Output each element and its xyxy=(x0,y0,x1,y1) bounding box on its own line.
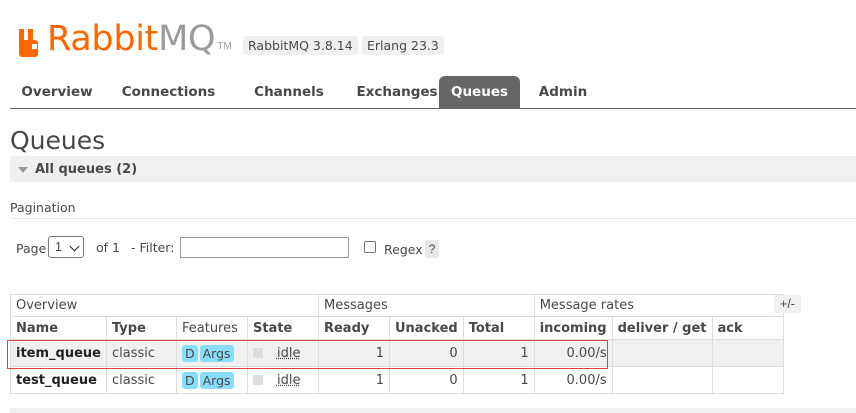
table-row[interactable]: item_queue classic D Args idle 1 0 1 0.00… xyxy=(10,339,784,367)
queue-name-link[interactable]: item_queue xyxy=(10,339,107,367)
all-queues-toggle[interactable]: All queues (2) xyxy=(10,156,856,182)
regex-label: Regex xyxy=(384,242,423,257)
filter-input[interactable] xyxy=(180,237,349,258)
tab-connections[interactable]: Connections xyxy=(110,76,227,108)
feature-args-badge: Args xyxy=(199,371,234,389)
queue-features: D Args xyxy=(175,339,248,367)
column-header-ack[interactable]: ack xyxy=(711,316,784,340)
bottom-section-bar xyxy=(10,408,856,413)
logo-mq-text: MQ xyxy=(158,19,216,59)
column-header-state[interactable]: State xyxy=(246,316,319,340)
total-count: 1 xyxy=(462,366,535,394)
regex-checkbox[interactable] xyxy=(364,241,376,253)
total-count: 1 xyxy=(462,339,535,367)
feature-durable-badge: D xyxy=(181,371,198,389)
state-indicator-icon xyxy=(252,375,263,385)
page-title: Queues xyxy=(10,126,106,155)
queues-table: Overview Messages Message rates Name Typ… xyxy=(10,294,784,394)
column-header-features: Features xyxy=(175,316,248,340)
state-label: idle xyxy=(276,345,301,361)
column-header-deliver-get[interactable]: deliver / get xyxy=(611,316,713,340)
filter-label: - Filter: xyxy=(131,240,175,255)
column-header-total[interactable]: Total xyxy=(462,316,535,340)
queue-type: classic xyxy=(105,339,177,367)
queue-state: idle xyxy=(246,366,319,394)
rabbitmq-logo: RabbitMQ TM xyxy=(18,17,232,57)
tab-overview[interactable]: Overview xyxy=(10,76,104,108)
queue-type: classic xyxy=(105,366,177,394)
feature-args-badge: Args xyxy=(199,344,234,362)
column-header-unacked[interactable]: Unacked xyxy=(388,316,464,340)
logo-wordmark: RabbitMQ xyxy=(47,19,216,59)
deliver-get-rate xyxy=(611,366,713,394)
erlang-version-badge: Erlang 23.3 xyxy=(362,36,444,55)
column-options-button[interactable]: +/- xyxy=(774,295,801,313)
page-select[interactable]: 1 xyxy=(48,236,84,258)
pagination-heading: Pagination xyxy=(10,200,76,215)
group-header-overview: Overview xyxy=(10,294,319,317)
column-header-incoming[interactable]: incoming xyxy=(533,316,613,340)
column-header-name[interactable]: Name xyxy=(10,316,107,340)
group-header-message-rates: Message rates xyxy=(533,294,784,317)
all-queues-label: All queues (2) xyxy=(35,162,138,177)
collapse-triangle-icon xyxy=(18,167,28,173)
tab-exchanges[interactable]: Exchanges xyxy=(342,76,452,108)
page-label: Page xyxy=(16,241,47,256)
logo-rabbit-text: Rabbit xyxy=(47,19,159,59)
unacked-count: 0 xyxy=(388,366,464,394)
queue-features: D Args xyxy=(175,366,248,394)
tab-admin[interactable]: Admin xyxy=(530,76,596,108)
tab-queues[interactable]: Queues xyxy=(439,76,520,108)
ready-count: 1 xyxy=(317,366,390,394)
deliver-get-rate xyxy=(611,339,713,367)
incoming-rate: 0.00/s xyxy=(533,366,613,394)
incoming-rate: 0.00/s xyxy=(533,339,613,367)
column-header-type[interactable]: Type xyxy=(105,316,177,340)
state-label: idle xyxy=(276,372,301,388)
queue-name-link[interactable]: test_queue xyxy=(10,366,107,394)
rabbitmq-logo-icon xyxy=(19,29,38,57)
queue-state: idle xyxy=(246,339,319,367)
ack-rate xyxy=(711,339,784,367)
regex-help-button[interactable]: ? xyxy=(425,240,439,258)
logo-trademark: TM xyxy=(217,41,232,52)
chevron-down-icon xyxy=(69,241,80,252)
table-row[interactable]: test_queue classic D Args idle 1 0 1 0.00… xyxy=(10,366,784,394)
main-nav: Overview Connections Channels Exchanges … xyxy=(10,76,856,109)
page-count-label: of 1 xyxy=(96,240,120,255)
page-select-value: 1 xyxy=(55,240,62,254)
unacked-count: 0 xyxy=(388,339,464,367)
column-header-ready[interactable]: Ready xyxy=(317,316,390,340)
rabbitmq-version-badge: RabbitMQ 3.8.14 xyxy=(243,36,358,55)
tab-channels[interactable]: Channels xyxy=(234,76,344,108)
feature-durable-badge: D xyxy=(181,344,198,362)
state-indicator-icon xyxy=(252,348,263,358)
ack-rate xyxy=(711,366,784,394)
group-header-messages: Messages xyxy=(317,294,535,317)
pagination-divider xyxy=(10,218,856,219)
ready-count: 1 xyxy=(317,339,390,367)
